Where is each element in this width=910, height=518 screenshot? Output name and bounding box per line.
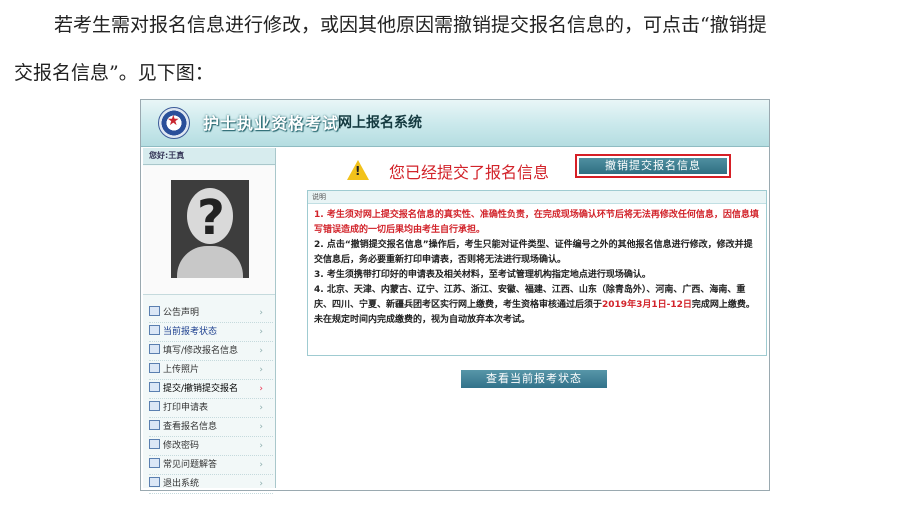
payment-deadline: 2019年3月1日-12日 bbox=[602, 300, 692, 310]
notice-item-1: 1. 考生须对网上提交报名信息的真实性、准确性负责，在完成现场确认环节后将无法再… bbox=[314, 210, 759, 235]
intro-line-1: 若考生需对报名信息进行修改，或因其他原因需撤销提交报名信息的，可点击“撤销提 bbox=[54, 14, 767, 36]
sidebar-item-upload-photo[interactable]: 上传照片 › bbox=[149, 361, 273, 380]
sidebar-item-label: 修改密码 bbox=[163, 441, 200, 451]
sidebar-item-logout[interactable]: 退出系统 › bbox=[149, 475, 273, 494]
emblem-logo: ★ bbox=[158, 107, 190, 139]
chevron-right-icon: › bbox=[259, 346, 263, 356]
notice-item-2: 2. 点击“撤销提交报名信息”操作后，考生只能对证件类型、证件编号之外的其他报名… bbox=[314, 240, 753, 265]
sidebar-item-label: 当前报考状态 bbox=[163, 327, 218, 337]
sidebar-item-announcement[interactable]: 公告声明 › bbox=[149, 304, 273, 323]
sidebar-item-label: 上传照片 bbox=[163, 365, 200, 375]
chevron-right-icon: › bbox=[259, 403, 263, 413]
sidebar: 您好:王真 ? 公告声明 › 当前报考状态 › 填写/修改报名信息 › 上传照片 › 提… bbox=[143, 148, 276, 494]
chevron-right-icon: › bbox=[259, 327, 263, 337]
sidebar-item-print-form[interactable]: 打印申请表 › bbox=[149, 399, 273, 418]
notice-item-4: 4. 北京、天津、内蒙古、辽宁、江苏、浙江、安徽、福建、江西、山东（除青岛外）、… bbox=[314, 283, 760, 328]
intro-line-2: 交报名信息”。见下图： bbox=[14, 62, 214, 84]
sidebar-item-change-password[interactable]: 修改密码 › bbox=[149, 437, 273, 456]
sidebar-item-submit-withdraw[interactable]: 提交/撤销提交报名 › bbox=[149, 380, 273, 399]
sidebar-item-edit-info[interactable]: 填写/修改报名信息 › bbox=[149, 342, 273, 361]
notice-body: 1. 考生须对网上提交报名信息的真实性、准确性负责，在完成现场确认环节后将无法再… bbox=[308, 204, 766, 328]
warning-exclamation-icon: ! bbox=[355, 164, 361, 178]
document-icon bbox=[149, 382, 160, 392]
banner-subtitle: 网上报名系统 bbox=[338, 115, 422, 131]
chevron-right-icon: › bbox=[259, 422, 263, 432]
upload-icon bbox=[149, 363, 160, 373]
chevron-right-icon: › bbox=[259, 384, 263, 394]
sidebar-item-label: 打印申请表 bbox=[163, 403, 209, 413]
sidebar-item-current-status[interactable]: 当前报考状态 › bbox=[149, 323, 273, 342]
edit-icon bbox=[149, 344, 160, 354]
sidebar-item-label: 提交/撤销提交报名 bbox=[163, 384, 239, 394]
header-banner: ★ 护士执业资格考试 网上报名系统 bbox=[141, 100, 769, 147]
notice-box: 说明 1. 考生须对网上提交报名信息的真实性、准确性负责，在完成现场确认环节后将… bbox=[307, 190, 767, 356]
chevron-right-icon: › bbox=[259, 441, 263, 451]
avatar-placeholder: ? bbox=[171, 180, 249, 278]
chevron-right-icon: › bbox=[259, 365, 263, 375]
sidebar-item-label: 常见问题解答 bbox=[163, 460, 218, 470]
notice-header: 说明 bbox=[308, 191, 766, 204]
withdraw-submission-button[interactable]: 撤销提交报名信息 bbox=[575, 154, 731, 178]
withdraw-button-label: 撤销提交报名信息 bbox=[579, 158, 727, 174]
submitted-message: 您已经提交了报名信息 bbox=[389, 163, 550, 182]
sidebar-item-label: 退出系统 bbox=[163, 479, 200, 489]
sidebar-item-label: 公告声明 bbox=[163, 308, 200, 318]
chevron-right-icon: › bbox=[259, 479, 263, 489]
home-icon bbox=[149, 306, 160, 316]
help-icon bbox=[149, 458, 160, 468]
list-icon bbox=[149, 325, 160, 335]
chevron-right-icon: › bbox=[259, 460, 263, 470]
exit-icon bbox=[149, 477, 160, 487]
main-panel: ! 您已经提交了报名信息 撤销提交报名信息 说明 1. 考生须对网上提交报名信息… bbox=[277, 148, 767, 488]
banner-title: 护士执业资格考试 bbox=[203, 114, 340, 133]
registration-screenshot: ★ 护士执业资格考试 网上报名系统 您好:王真 ? 公告声明 › 当前报考状态 › … bbox=[140, 99, 770, 494]
notice-item-3: 3. 考生须携带打印好的申请表及相关材料，至考试管理机构指定地点进行现场确认。 bbox=[314, 270, 651, 280]
view-status-button[interactable]: 查看当前报考状态 bbox=[461, 370, 607, 388]
sidebar-item-faq[interactable]: 常见问题解答 › bbox=[149, 456, 273, 475]
photo-panel: ? bbox=[143, 166, 275, 295]
sidebar-item-view-info[interactable]: 查看报名信息 › bbox=[149, 418, 273, 437]
greeting: 您好:王真 bbox=[143, 148, 275, 165]
print-icon bbox=[149, 401, 160, 411]
chevron-right-icon: › bbox=[259, 308, 263, 318]
question-mark-icon: ? bbox=[197, 190, 225, 246]
key-icon bbox=[149, 439, 160, 449]
sidebar-item-label: 填写/修改报名信息 bbox=[163, 346, 239, 356]
view-icon bbox=[149, 420, 160, 430]
sidebar-item-label: 查看报名信息 bbox=[163, 422, 218, 432]
sidebar-menu: 公告声明 › 当前报考状态 › 填写/修改报名信息 › 上传照片 › 提交/撤销提交报名… bbox=[149, 304, 273, 494]
